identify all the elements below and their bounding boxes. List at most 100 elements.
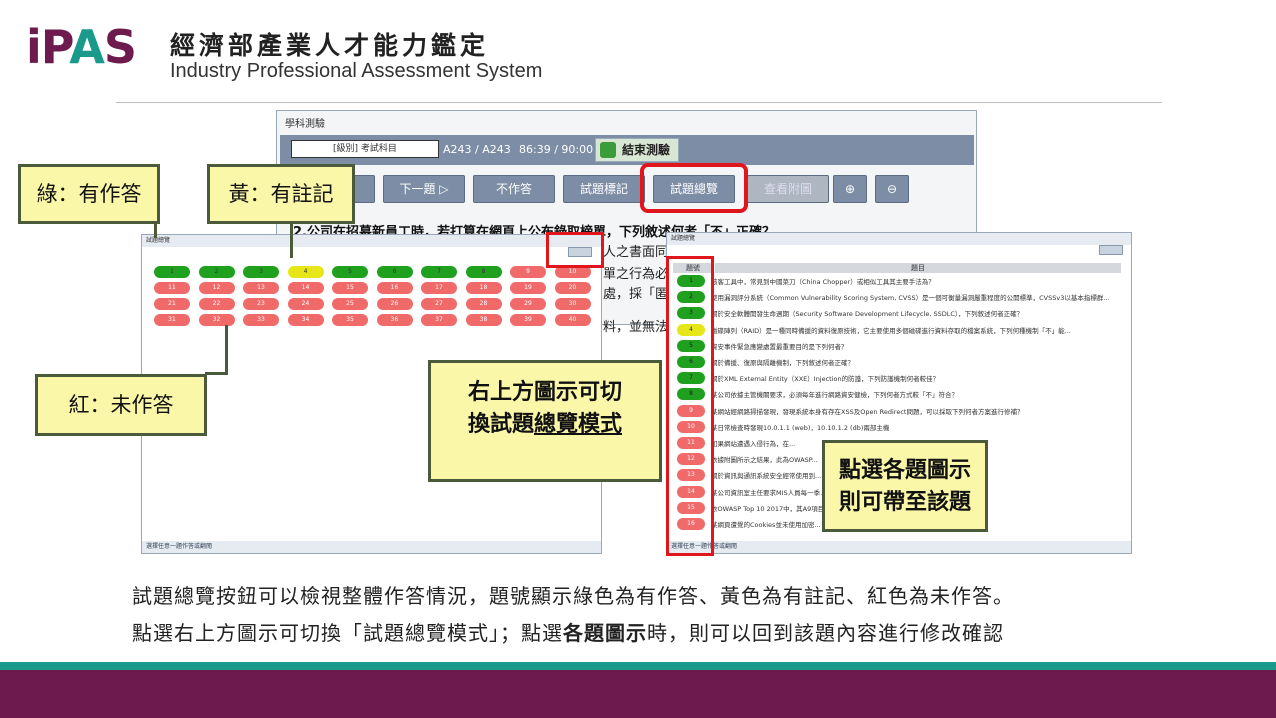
footer-band-purple bbox=[0, 670, 1276, 718]
list-row[interactable]: 1 駭客工具中，常見到中國菜刀（China Chopper）或相似工具其主要手法為… bbox=[671, 273, 1121, 289]
mark-button[interactable]: 試題標記 bbox=[563, 175, 645, 203]
overview-grid-title: 試題總覽 bbox=[142, 235, 601, 247]
question-pill[interactable]: 2 bbox=[198, 266, 235, 278]
zoom-out-icon: ⊖ bbox=[886, 182, 898, 196]
exam-window-title: 學科測驗 bbox=[285, 119, 325, 130]
question-pill[interactable]: 11 bbox=[154, 282, 190, 294]
caption-line1: 試題總覽按鈕可以檢視整體作答情況，題號顯示綠色為有作答、黃色為有註記、紅色為未作… bbox=[132, 584, 1014, 608]
zoom-out-button[interactable]: ⊖ bbox=[875, 175, 909, 203]
overview-list-footer: 選擇任意一題作答或翻閱 bbox=[667, 541, 1131, 553]
end-exam-label: 結束測驗 bbox=[622, 143, 671, 157]
callout-leader bbox=[205, 372, 227, 375]
next-label: 下一題 bbox=[399, 182, 436, 196]
question-pill[interactable]: 21 bbox=[154, 298, 190, 310]
question-pill[interactable]: 5 bbox=[332, 266, 368, 278]
callout-yellow: 黃：有註記 bbox=[207, 164, 355, 224]
caption-line2: 點選右上方圖示可切換「試題總覽模式」；點選各題圖示時，則可以回到該題內容進行修改… bbox=[132, 621, 1004, 645]
callout-leader bbox=[290, 222, 293, 258]
question-pill[interactable]: 9 bbox=[510, 266, 546, 278]
header-title-en: Industry Professional Assessment System bbox=[170, 60, 543, 82]
question-pill[interactable]: 28 bbox=[465, 298, 502, 310]
question-pill[interactable]: 29 bbox=[510, 298, 546, 310]
zoom-in-button[interactable]: ⊕ bbox=[833, 175, 867, 203]
callout-leader bbox=[225, 325, 228, 375]
question-summary: 關於XML External Entity（XXE）Injection的防護，下… bbox=[711, 375, 940, 384]
question-pill[interactable]: 26 bbox=[376, 298, 413, 310]
question-summary: 資安事件緊急應變處置最重要目的是下列何者？ bbox=[711, 342, 848, 351]
question-summary: 如果網站遭遇入侵行為，在... bbox=[711, 440, 796, 448]
callout-jump-line1: 點選各題圖示 bbox=[838, 458, 971, 483]
list-row[interactable]: 4 磁碟陣列（RAID）是一種同時備援的資料復原技術，它主要使用多個磁碟進行資料存… bbox=[671, 322, 1121, 338]
question-count: A243 / A243 bbox=[443, 143, 511, 156]
question-pill[interactable]: 35 bbox=[332, 314, 368, 326]
question-pill[interactable]: 40 bbox=[554, 314, 591, 326]
question-summary: 使用漏洞評分系統（Common Vulnerability Scoring Sy… bbox=[711, 294, 1110, 303]
question-pill[interactable]: 25 bbox=[332, 298, 368, 310]
exit-icon bbox=[600, 142, 616, 158]
question-pill[interactable]: 27 bbox=[421, 298, 457, 310]
ipas-logo: iPAS bbox=[26, 20, 137, 74]
subject-field: [級別] 考試科目 bbox=[291, 140, 439, 158]
callout-switch-line2: 換試題總覽模式 bbox=[467, 412, 623, 437]
question-pill[interactable]: 13 bbox=[243, 282, 279, 294]
callout-red: 紅：未作答 bbox=[35, 374, 207, 436]
list-row[interactable]: 9 某網站經網路掃描發現，發現系統本身有存在XSS及Open Redirect問題… bbox=[671, 403, 1121, 419]
question-summary: 關於備援、復原與隔離機制，下列敘述何者正確？ bbox=[711, 359, 854, 367]
answer-fragment: 人之書面同 bbox=[603, 245, 669, 260]
question-pill[interactable]: 7 bbox=[421, 266, 457, 278]
end-exam-button[interactable]: 結束測驗 bbox=[595, 138, 679, 162]
list-row[interactable]: 6 關於備援、復原與隔離機制，下列敘述何者正確？ bbox=[671, 354, 1121, 370]
answer-fragment: 單之行為必 bbox=[603, 267, 669, 282]
question-summary: 某網站經網路掃描發現，發現系統本身有存在XSS及Open Redirect問題，… bbox=[711, 407, 1024, 416]
list-row[interactable]: 10 某日常檢查時發現10.0.1.1 (web)，10.10.1.2 (db)兩… bbox=[671, 419, 1121, 435]
next-button[interactable]: 下一題 ▷ bbox=[383, 175, 465, 203]
question-pill[interactable]: 38 bbox=[465, 314, 502, 326]
list-row[interactable]: 7 關於XML External Entity（XXE）Injection的防護，… bbox=[671, 370, 1121, 386]
question-pill[interactable]: 24 bbox=[287, 298, 324, 310]
question-summary: 關於安全軟體開發生命週期（Security Software Developme… bbox=[711, 310, 1024, 319]
question-pill[interactable]: 34 bbox=[287, 314, 324, 326]
question-pill[interactable]: 39 bbox=[510, 314, 546, 326]
zoom-in-icon: ⊕ bbox=[844, 182, 856, 196]
question-pill[interactable]: 4 bbox=[287, 266, 324, 278]
question-pill[interactable]: 1 bbox=[154, 266, 190, 278]
callout-leader bbox=[154, 222, 157, 238]
header-divider bbox=[116, 102, 1162, 103]
question-pill[interactable]: 17 bbox=[421, 282, 457, 294]
overview-grid-footer: 選擇任意一題作答或翻閱 bbox=[142, 541, 601, 553]
view-mode-toggle-icon[interactable] bbox=[1099, 245, 1123, 255]
question-pill[interactable]: 32 bbox=[198, 314, 235, 326]
question-pill[interactable]: 37 bbox=[421, 314, 457, 326]
question-pill[interactable]: 8 bbox=[465, 266, 502, 278]
view-toggle-highlight bbox=[546, 232, 604, 268]
answer-fragment: 料，並無法 bbox=[603, 320, 669, 335]
question-pill[interactable]: 22 bbox=[198, 298, 235, 310]
question-pill[interactable]: 18 bbox=[465, 282, 502, 294]
list-row[interactable]: 5 資安事件緊急應變處置最重要目的是下列何者？ bbox=[671, 338, 1121, 354]
question-pill[interactable]: 15 bbox=[332, 282, 368, 294]
overview-button-highlight bbox=[640, 163, 748, 213]
next-icon: ▷ bbox=[439, 182, 449, 196]
callout-jump: 點選各題圖示 則可帶至該題 bbox=[822, 440, 988, 532]
question-pill[interactable]: 20 bbox=[554, 282, 591, 294]
list-row[interactable]: 3 關於安全軟體開發生命週期（Security Software Developm… bbox=[671, 305, 1121, 321]
question-pill[interactable]: 14 bbox=[287, 282, 324, 294]
callout-switch-line1: 右上方圖示可切 bbox=[467, 380, 622, 405]
overview-list-title: 試題總覽 bbox=[667, 233, 1131, 245]
list-row[interactable]: 2 使用漏洞評分系統（Common Vulnerability Scoring S… bbox=[671, 289, 1121, 305]
question-pill[interactable]: 31 bbox=[154, 314, 190, 326]
question-pill[interactable]: 3 bbox=[243, 266, 279, 278]
question-pill[interactable]: 6 bbox=[376, 266, 413, 278]
exam-timer: 86:39 / 90:00 bbox=[519, 143, 594, 156]
question-pill[interactable]: 23 bbox=[243, 298, 279, 310]
question-pill[interactable]: 19 bbox=[510, 282, 546, 294]
skip-button[interactable]: 不作答 bbox=[473, 175, 555, 203]
attachment-button[interactable]: 查看附圖 bbox=[747, 175, 829, 203]
question-summary: 某日常檢查時發現10.0.1.1 (web)，10.10.1.2 (db)兩部主… bbox=[711, 423, 890, 432]
question-pill[interactable]: 12 bbox=[198, 282, 235, 294]
question-pill[interactable]: 16 bbox=[376, 282, 413, 294]
question-pill[interactable]: 30 bbox=[554, 298, 591, 310]
question-pill[interactable]: 33 bbox=[243, 314, 279, 326]
list-row[interactable]: 8 某公司依據主管機關要求，必須每年進行網路資安健檢，下列何者方式較「不」符合？ bbox=[671, 386, 1121, 402]
question-pill[interactable]: 36 bbox=[376, 314, 413, 326]
